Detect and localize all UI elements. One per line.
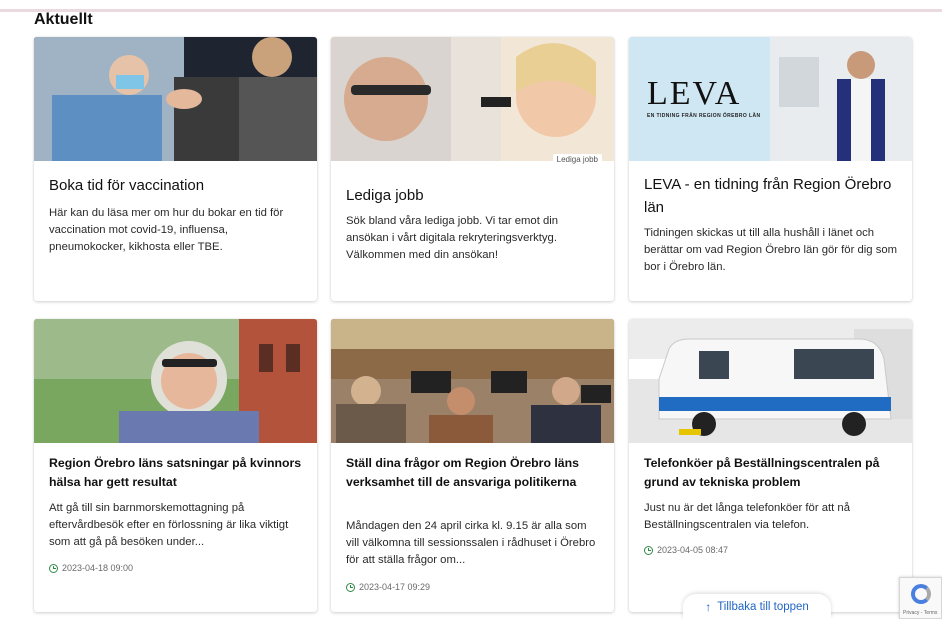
clock-icon <box>346 582 355 592</box>
card-image-leva: LEVA EN TIDNING FRÅN REGION ÖREBRO LÄN <box>629 37 912 161</box>
section-title: Aktuellt <box>34 11 93 28</box>
card-body: Här kan du läsa mer om hur du bokar en t… <box>49 207 284 253</box>
back-to-top-button[interactable]: ↑ Tillbaka till toppen <box>683 594 831 619</box>
card-title[interactable]: LEVA - en tidning från Region Örebro län <box>644 173 898 219</box>
card-title[interactable]: Region Örebro läns satsningar på kvinnor… <box>49 454 303 492</box>
publish-date: 2023-04-18 09:00 <box>49 563 133 573</box>
card-body: Just nu är det långa telefonköer för att… <box>644 502 850 531</box>
news-card-leva[interactable]: LEVA EN TIDNING FRÅN REGION ÖREBRO LÄN L… <box>629 37 912 301</box>
publish-date-text: 2023-04-18 09:00 <box>62 563 134 573</box>
card-image-jobs <box>331 37 614 161</box>
leva-logo: LEVA <box>647 75 742 112</box>
card-image-womens-health <box>34 319 317 443</box>
card-image-questions <box>331 319 614 443</box>
card-image-vaccination <box>34 37 317 161</box>
recaptcha-privacy-terms[interactable]: Privacy - Terms <box>903 610 937 616</box>
recaptcha-icon <box>911 584 931 604</box>
card-title[interactable]: Telefonköer på Beställningscentralen på … <box>644 454 898 492</box>
publish-date-text: 2023-04-05 08:47 <box>657 545 729 555</box>
clock-icon <box>49 563 58 573</box>
arrow-up-icon: ↑ <box>705 599 712 614</box>
card-body: Att gå till sin barnmorskemottagning på … <box>49 502 289 548</box>
news-card-jobs[interactable]: Lediga jobb Lediga jobb Sök bland våra l… <box>331 37 614 301</box>
publish-date-text: 2023-04-17 09:29 <box>359 582 431 592</box>
card-body: Måndagen den 24 april cirka kl. 9.15 är … <box>346 520 596 566</box>
image-caption: Lediga jobb <box>552 154 602 165</box>
news-card-vaccination[interactable]: Boka tid för vaccination Här kan du läsa… <box>34 37 317 301</box>
news-card-questions[interactable]: Ställ dina frågor om Region Örebro läns … <box>331 319 614 612</box>
clock-icon <box>644 545 653 555</box>
card-body: Sök bland våra lediga jobb. Vi tar emot … <box>346 215 559 261</box>
card-body: Tidningen skickas ut till alla hushåll i… <box>644 227 898 273</box>
back-to-top-label: Tillbaka till toppen <box>717 600 809 613</box>
publish-date: 2023-04-17 09:29 <box>346 582 430 592</box>
news-card-womens-health[interactable]: Region Örebro läns satsningar på kvinnor… <box>34 319 317 612</box>
publish-date: 2023-04-05 08:47 <box>644 545 728 555</box>
card-title[interactable]: Ställ dina frågor om Region Örebro läns … <box>346 454 600 492</box>
recaptcha-badge[interactable]: Privacy - Terms <box>899 577 942 619</box>
card-title[interactable]: Lediga jobb <box>346 184 600 207</box>
news-card-phone-queues[interactable]: Telefonköer på Beställningscentralen på … <box>629 319 912 612</box>
card-image-phone-queues <box>629 319 912 443</box>
top-divider <box>0 9 942 12</box>
leva-logo-subtitle: EN TIDNING FRÅN REGION ÖREBRO LÄN <box>647 113 761 119</box>
card-title[interactable]: Boka tid för vaccination <box>49 174 303 197</box>
